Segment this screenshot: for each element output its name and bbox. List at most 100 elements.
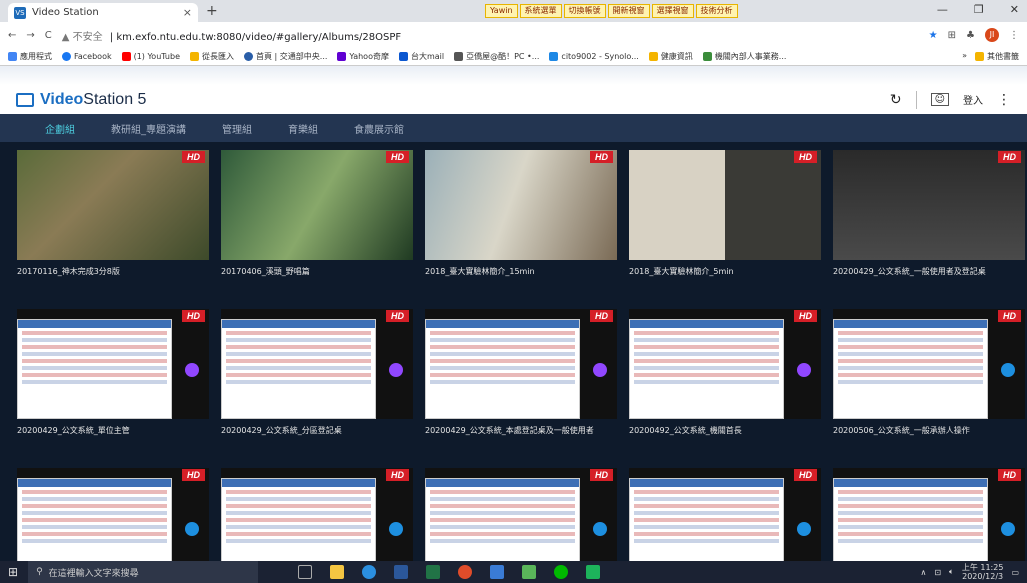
screen-capture <box>425 319 580 419</box>
notification-icon[interactable]: ▭ <box>1011 568 1019 577</box>
system-tray: ∧ ⊡ 🔈︎ 上午 11:25 2020/12/3 ▭ <box>920 563 1019 581</box>
video-title[interactable]: 2018_臺大實驗林簡介_5min <box>629 266 821 277</box>
maximize-icon[interactable]: ❐ <box>974 3 984 16</box>
taskbar-search[interactable]: ⚲ 在這裡輸入文字來搜尋 <box>28 561 259 583</box>
video-card[interactable]: HD 20170116_神木完成3分8版 <box>17 150 209 277</box>
browser-tab[interactable]: VS Video Station × <box>8 3 198 22</box>
video-thumbnail[interactable]: HD <box>17 150 209 260</box>
participant-avatar <box>389 363 403 377</box>
search-placeholder: 在這裡輸入文字來搜尋 <box>48 568 139 579</box>
video-card[interactable]: HD 20200429_公文系統_一般使用者及登記桌 <box>833 150 1025 277</box>
line-icon[interactable] <box>554 565 569 579</box>
bookmark-hr[interactable]: 機關內部人事業務... <box>702 51 786 62</box>
minimize-icon[interactable]: — <box>937 3 948 16</box>
ext-new-window[interactable]: 開新視窗 <box>607 4 650 18</box>
tray-chevron-icon[interactable]: ∧ <box>920 568 926 577</box>
tab-food-farming[interactable]: 食農展示館 <box>354 121 404 136</box>
video-title[interactable]: 20170116_神木完成3分8版 <box>17 266 209 277</box>
video-title[interactable]: 2018_臺大實驗林簡介_15min <box>425 266 617 277</box>
video-thumbnail[interactable]: HD <box>17 309 209 419</box>
header-actions: ↻ ☺ 登入 ⋮ <box>890 90 1011 109</box>
puzzle-icon[interactable]: ♣ <box>966 30 975 41</box>
video-thumbnail[interactable]: HD <box>425 150 617 260</box>
user-icon[interactable]: ☺ <box>930 93 949 106</box>
back-arrow-icon[interactable]: ← <box>8 30 16 41</box>
folder-icon <box>975 52 984 61</box>
bookmark-cwb[interactable]: 首頁 | 交通部中央... <box>244 51 327 62</box>
profile-avatar[interactable]: JI <box>985 28 999 42</box>
tab-planning[interactable]: 企劃組 <box>45 121 75 136</box>
close-window-icon[interactable]: ✕ <box>1010 3 1019 16</box>
bookmark-pc[interactable]: 亞僑屋@酷！PC •... <box>454 51 539 62</box>
video-title[interactable]: 20200506_公文系統_一般承辦人操作 <box>833 425 1025 436</box>
forward-arrow-icon[interactable]: → <box>26 30 34 41</box>
video-thumbnail[interactable]: HD <box>221 150 413 260</box>
video-card[interactable]: HD 20200429_公文系統_本處登記桌及一般使用者 <box>425 309 617 436</box>
video-card[interactable]: HD 20200506_公文系統_一般承辦人操作 <box>833 309 1025 436</box>
video-title[interactable]: 20170406_溪頭_野唱篇 <box>221 266 413 277</box>
network-icon[interactable]: ⊡ <box>934 568 941 577</box>
volume-icon[interactable]: 🔈︎ <box>949 567 954 577</box>
task-view-icon[interactable] <box>298 565 313 579</box>
video-thumbnail[interactable]: HD <box>629 309 821 419</box>
clock[interactable]: 上午 11:25 2020/12/3 <box>962 563 1004 581</box>
video-card[interactable]: HD 20200429_公文系統_分區登記桌 <box>221 309 413 436</box>
refresh-icon[interactable]: ↻ <box>890 92 902 108</box>
video-thumbnail[interactable]: HD <box>833 309 1025 419</box>
ext-yawin[interactable]: Yawin <box>485 4 518 18</box>
close-tab-icon[interactable]: × <box>183 6 192 19</box>
windows-start-icon[interactable]: ⊞ <box>8 565 18 579</box>
ext-select-window[interactable]: 選擇視窗 <box>651 4 694 18</box>
video-card[interactable]: HD 20200492_公文系統_機關首長 <box>629 309 821 436</box>
app-logo[interactable]: VideoStation 5 <box>16 91 146 109</box>
word-icon[interactable] <box>394 565 409 579</box>
apps-grid-icon <box>8 52 17 61</box>
bookmark-yahoo[interactable]: Yahoo奇摩 <box>337 51 389 62</box>
excel-icon[interactable] <box>426 565 441 579</box>
file-explorer-icon[interactable] <box>330 565 345 579</box>
tab-management[interactable]: 管理組 <box>222 121 252 136</box>
new-tab-button[interactable]: + <box>206 3 218 19</box>
video-title[interactable]: 20200429_公文系統_本處登記桌及一般使用者 <box>425 425 617 436</box>
extension-icon[interactable]: ⊞ <box>948 30 956 41</box>
ext-system-menu[interactable]: 系統選單 <box>519 4 562 18</box>
video-card[interactable]: HD 20200429_公文系統_單位主管 <box>17 309 209 436</box>
hd-badge: HD <box>998 151 1021 163</box>
video-title[interactable]: 20200429_公文系統_分區登記桌 <box>221 425 413 436</box>
reload-icon[interactable]: C <box>45 30 52 41</box>
video-title[interactable]: 20200429_公文系統_一般使用者及登記桌 <box>833 266 1025 277</box>
url-field[interactable]: ▲ 不安全 | km.exfo.ntu.edu.tw:8080/video/#g… <box>62 28 401 43</box>
video-thumbnail[interactable]: HD <box>425 309 617 419</box>
video-card[interactable]: HD 20170406_溪頭_野唱篇 <box>221 150 413 277</box>
chrome-icon[interactable] <box>458 565 473 579</box>
video-thumbnail[interactable]: HD <box>221 309 413 419</box>
video-thumbnail[interactable]: HD <box>833 150 1025 260</box>
star-icon[interactable]: ★ <box>929 30 938 41</box>
more-menu-icon[interactable]: ⋮ <box>997 92 1011 108</box>
login-button[interactable]: 登入 <box>963 92 983 107</box>
video-thumbnail[interactable]: HD <box>629 150 821 260</box>
video-title[interactable]: 20200429_公文系統_單位主管 <box>17 425 209 436</box>
tab-recreation[interactable]: 育樂組 <box>288 121 318 136</box>
ext-switch-account[interactable]: 切換帳號 <box>563 4 606 18</box>
hd-badge: HD <box>590 151 613 163</box>
video-title[interactable]: 20200492_公文系統_機關首長 <box>629 425 821 436</box>
bookmark-facebook[interactable]: Facebook <box>62 52 112 61</box>
bookmark-health[interactable]: 健康資訊 <box>648 51 693 62</box>
bookmark-youtube[interactable]: (1) YouTube <box>121 52 180 61</box>
video-card[interactable]: HD 2018_臺大實驗林簡介_15min <box>425 150 617 277</box>
calculator-icon[interactable] <box>490 565 505 579</box>
ext-tech-analysis[interactable]: 技術分析 <box>695 4 738 18</box>
bookmark-import[interactable]: 從長匯入 <box>190 51 234 62</box>
browser-menu-icon[interactable]: ⋮ <box>1009 30 1019 41</box>
tab-research[interactable]: 教研組_專題演講 <box>111 121 186 136</box>
bookmark-synology[interactable]: cito9002 - Synolo... <box>549 52 639 61</box>
more-bookmarks-icon[interactable]: » <box>962 51 967 62</box>
bookmark-apps[interactable]: 應用程式 <box>8 51 52 62</box>
green-app-icon[interactable] <box>586 565 601 579</box>
video-card[interactable]: HD 2018_臺大實驗林簡介_5min <box>629 150 821 277</box>
bookmark-ntumail[interactable]: 台大mail <box>398 51 444 62</box>
edge-icon[interactable] <box>362 565 377 579</box>
app-icon[interactable] <box>522 565 537 579</box>
other-bookmarks[interactable]: 其他書籤 <box>975 51 1019 62</box>
